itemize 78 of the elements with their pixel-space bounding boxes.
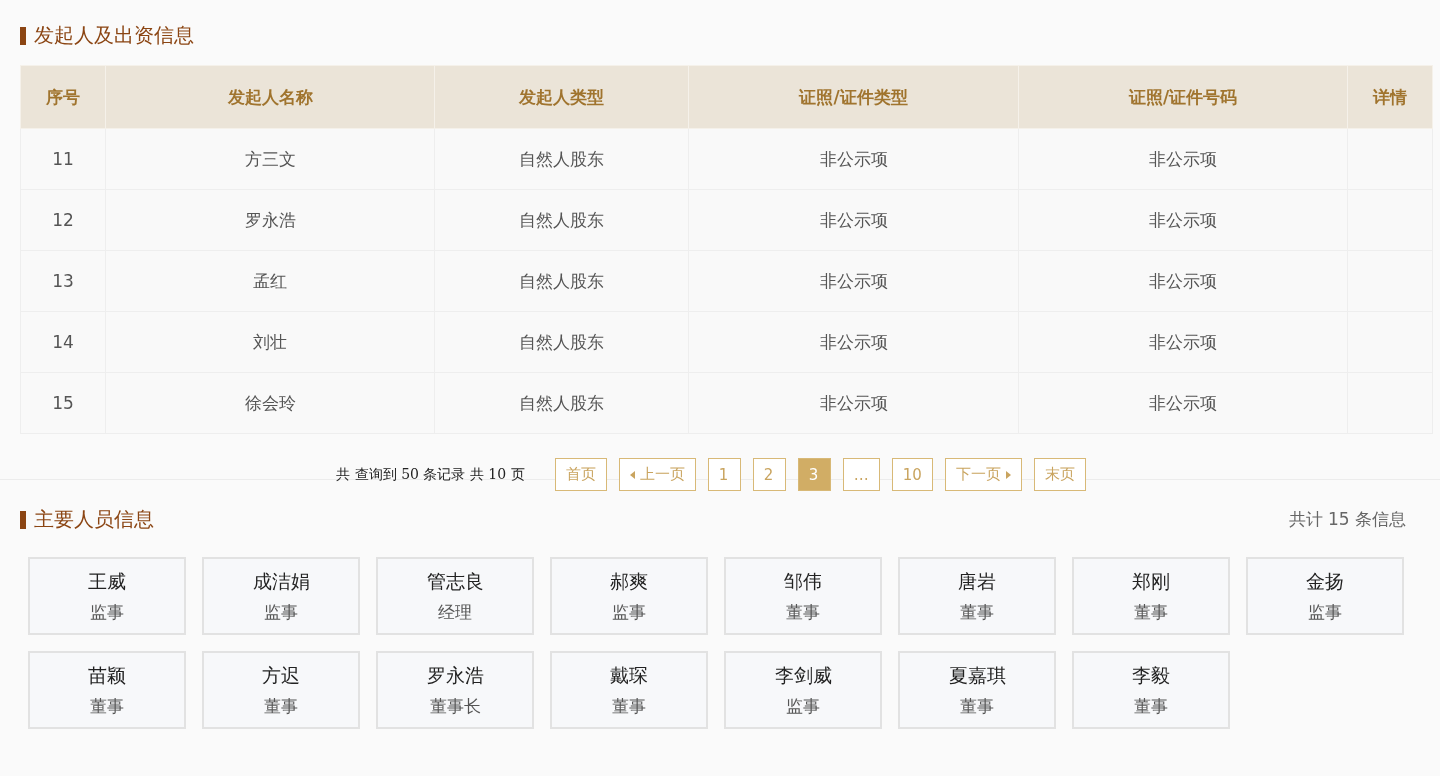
page-button[interactable]: … [842, 458, 880, 491]
person-name: 夏嘉琪 [948, 662, 1006, 688]
table-cell: 自然人股东 [434, 189, 689, 251]
person-role: 监事 [90, 600, 124, 624]
person-name: 方迟 [262, 662, 300, 688]
table-cell: 罗永浩 [105, 189, 435, 251]
person-role: 董事长 [429, 694, 481, 718]
page-button[interactable]: 上一页 [618, 458, 696, 491]
person-name: 李毅 [1132, 662, 1170, 688]
column-header: 证照/证件号码 [1018, 65, 1348, 129]
record-summary: 共 查询到 50 条记录 共 10 页 [336, 465, 525, 484]
person-role: 经理 [438, 600, 472, 624]
person-name: 郑刚 [1132, 568, 1170, 594]
table-cell: 孟红 [105, 250, 435, 312]
page-button[interactable]: 下一页 [944, 458, 1022, 491]
person-role: 董事 [960, 600, 994, 624]
person-name: 王威 [88, 568, 126, 594]
person-name: 戴琛 [610, 662, 648, 688]
table-cell: 非公示项 [1018, 189, 1348, 251]
table-cell: 自然人股东 [434, 128, 689, 190]
staff-count: 共计 15 条信息 [1288, 508, 1406, 531]
person-role: 监事 [264, 600, 298, 624]
section-title: 发起人及出资信息 [34, 22, 194, 49]
person-name: 苗颖 [88, 662, 126, 688]
table-cell: 自然人股东 [434, 311, 689, 373]
person-name: 罗永浩 [426, 662, 484, 688]
column-header: 序号 [20, 65, 106, 129]
person-role: 董事 [1134, 694, 1168, 718]
column-header: 发起人类型 [434, 65, 689, 129]
table-cell: 非公示项 [1018, 311, 1348, 373]
person-name: 成洁娟 [252, 568, 310, 594]
table-cell: 13 [20, 250, 106, 312]
section-title: 主要人员信息 [34, 506, 154, 533]
person-name: 管志良 [426, 568, 484, 594]
table-cell: 方三文 [105, 128, 435, 190]
table-cell: 12 [20, 189, 106, 251]
table-cell: 非公示项 [1018, 250, 1348, 312]
table-cell: 非公示项 [688, 128, 1019, 190]
person-name: 金扬 [1306, 568, 1344, 594]
right-triangle-icon [1005, 470, 1011, 479]
person-name: 邹伟 [784, 568, 822, 594]
person-role: 董事 [1134, 600, 1168, 624]
page-button[interactable]: 1 [707, 458, 741, 491]
table-cell: 11 [20, 128, 106, 190]
table-cell: 自然人股东 [434, 250, 689, 312]
table-cell: 14 [20, 311, 106, 373]
heading-marker [20, 26, 26, 45]
person-role: 董事 [264, 694, 298, 718]
column-header: 发起人名称 [105, 65, 435, 129]
page-button[interactable]: 10 [891, 458, 933, 491]
table-cell: 15 [20, 372, 106, 434]
page-button[interactable]: 3 [797, 458, 831, 491]
table-cell: 非公示项 [1018, 128, 1348, 190]
table-cell: 非公示项 [1018, 372, 1348, 434]
table-cell: 非公示项 [688, 189, 1019, 251]
person-role: 监事 [612, 600, 646, 624]
person-role: 董事 [612, 694, 646, 718]
person-role: 董事 [90, 694, 124, 718]
left-triangle-icon [629, 470, 635, 479]
person-role: 监事 [786, 694, 820, 718]
column-header: 证照/证件类型 [688, 65, 1019, 129]
page-button[interactable]: 首页 [554, 458, 607, 491]
person-name: 李剑威 [774, 662, 832, 688]
person-name: 唐岩 [958, 568, 996, 594]
table-cell: 非公示项 [688, 311, 1019, 373]
person-role: 董事 [960, 694, 994, 718]
page-button[interactable]: 2 [752, 458, 786, 491]
page-button[interactable]: 末页 [1033, 458, 1086, 491]
person-role: 董事 [786, 600, 820, 624]
person-role: 监事 [1308, 600, 1342, 624]
table-cell: 徐会玲 [105, 372, 435, 434]
table-cell: 自然人股东 [434, 372, 689, 434]
table-cell: 非公示项 [688, 250, 1019, 312]
column-header: 详情 [1347, 65, 1433, 129]
table-cell: 刘壮 [105, 311, 435, 373]
person-name: 郝爽 [610, 568, 648, 594]
table-cell: 非公示项 [688, 372, 1019, 434]
heading-marker [20, 510, 26, 529]
